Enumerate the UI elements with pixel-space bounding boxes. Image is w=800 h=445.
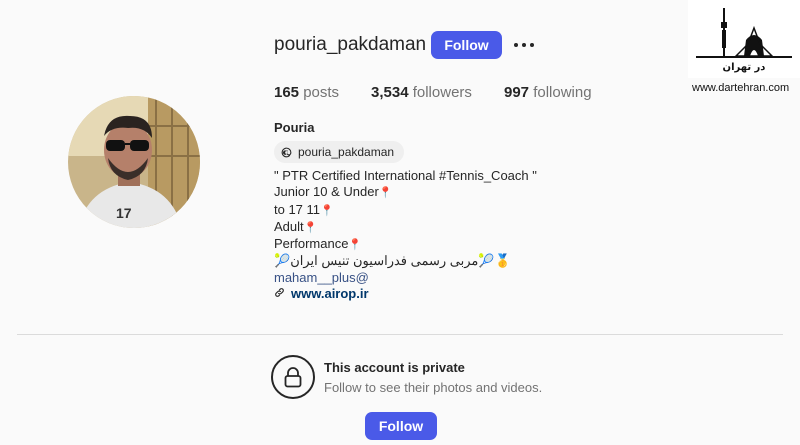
follow-button-bottom[interactable]: Follow [365,412,437,440]
profile-bio: " PTR Certified International #Tennis_Co… [274,168,537,302]
svg-text:17: 17 [116,205,132,221]
bio-website-link[interactable]: www.airop.ir [274,286,537,302]
bio-line-4-text: Adult [274,218,304,234]
bio-line-5-text: Performance [274,236,349,252]
following-label: following [533,84,592,101]
following-stat[interactable]: 997 following [504,84,592,101]
private-account-subtitle: Follow to see their photos and videos. [324,380,543,395]
posts-count: 165 [274,84,300,101]
follow-button[interactable]: Follow [431,31,502,59]
tennis-icon: 🎾 [274,253,291,269]
watermark-logo-text: در تهران [723,62,766,73]
lock-icon [271,355,315,399]
bio-line-1: " PTR Certified International #Tennis_Co… [274,168,537,183]
followers-stat[interactable]: 3,534 followers [371,84,472,101]
following-count: 997 [504,84,530,101]
website-url: www.airop.ir [291,286,369,302]
bio-line-2: Junior 10 & Under📍 [274,184,537,201]
profile-avatar: 17 [68,96,200,228]
profile-username: pouria_pakdaman [274,34,427,55]
pin-icon: 📍 [378,187,393,200]
section-divider [17,334,783,335]
bio-line-6-text: مربی رسمی فدراسیون تنیس ایران [290,253,479,269]
bio-line-6: 🎾مربی رسمی فدراسیون تنیس ایران🎾🥇 [274,253,537,269]
bio-mention-link[interactable]: maham__plus@ [274,270,537,286]
followers-count: 3,534 [371,84,409,101]
threads-handle: pouria_pakdaman [298,145,395,159]
bio-line-2-text: Junior 10 & Under [274,184,379,200]
bio-line-4: Adult📍 [274,219,537,236]
private-account-title: This account is private [324,360,465,375]
pin-icon: 📍 [303,221,318,234]
bio-line-3-text: to 17 11 [274,201,321,217]
watermark-site-url: www.dartehran.com [692,82,790,94]
bio-line-3: to 17 11📍 [274,202,537,219]
threads-badge[interactable]: pouria_pakdaman [274,141,405,163]
followers-label: followers [412,84,472,101]
more-options-icon[interactable] [514,38,536,52]
posts-label: posts [303,84,340,101]
watermark-logo: در تهران [688,0,800,78]
pin-icon: 📍 [320,204,334,217]
threads-icon [280,146,293,159]
profile-full-name: Pouria [274,120,315,135]
bio-line-5: Performance📍 [274,236,537,253]
medal-icon: 🥇 [494,253,511,269]
link-icon [274,286,285,302]
posts-stat: 165 posts [274,84,339,101]
pin-icon: 📍 [348,239,363,252]
tennis-icon: 🎾 [478,253,495,269]
